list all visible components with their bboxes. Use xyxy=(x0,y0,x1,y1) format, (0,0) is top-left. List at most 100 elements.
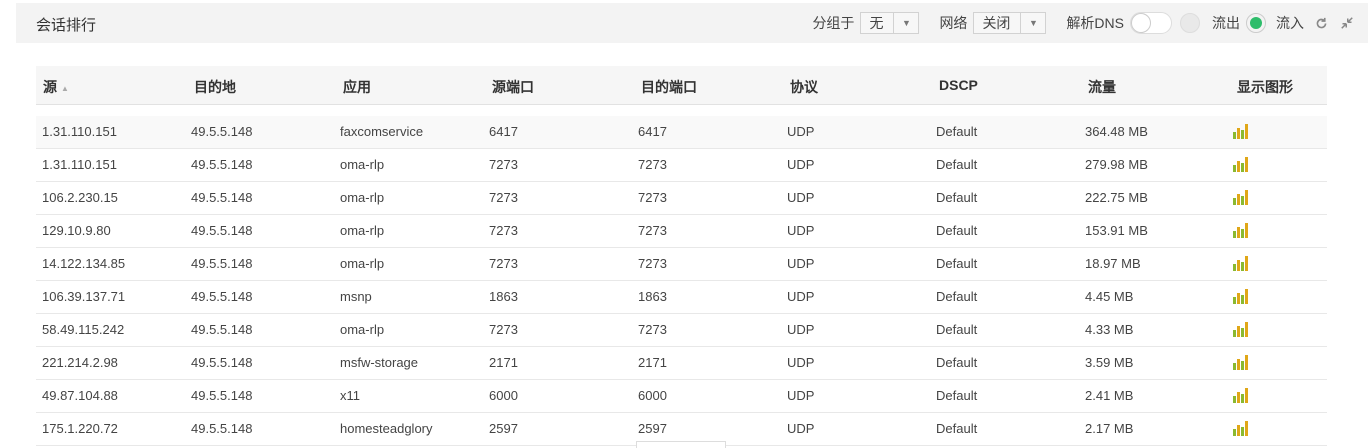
panel-title: 会话排行 xyxy=(36,17,97,34)
cell-protocol: UDP xyxy=(787,388,815,403)
cell-dscp: Default xyxy=(936,256,978,271)
cell-dscp: Default xyxy=(936,289,978,304)
out-radio[interactable] xyxy=(1246,13,1266,33)
cell-destination: 49.5.5.148 xyxy=(191,157,253,172)
cell-source: 221.214.2.98 xyxy=(42,355,118,370)
cell-traffic: 4.45 MB xyxy=(1085,289,1134,304)
out-label: 流出 xyxy=(1212,15,1240,31)
cell-protocol: UDP xyxy=(787,124,815,139)
cell-dscp: Default xyxy=(936,124,978,139)
cell-source-port: 2597 xyxy=(489,421,518,436)
bar-graph-icon[interactable] xyxy=(1233,420,1249,439)
refresh-icon[interactable] xyxy=(1312,14,1330,32)
cell-dscp: Default xyxy=(936,355,978,370)
bar-graph-icon[interactable] xyxy=(1233,123,1249,142)
cell-application: oma-rlp xyxy=(340,190,385,205)
network-dropdown[interactable]: 关闭 ▼ xyxy=(973,12,1047,34)
cell-source: 106.2.230.15 xyxy=(42,190,118,205)
col-destination[interactable]: 目的地 xyxy=(194,77,236,97)
col-source[interactable]: 源 ▲ xyxy=(43,77,69,97)
table-row[interactable]: 1.31.110.151 49.5.5.148 faxcomservice 6417 6… xyxy=(36,116,1327,149)
chevron-down-icon: ▼ xyxy=(893,13,918,33)
col-dscp[interactable]: DSCP xyxy=(939,77,978,93)
cell-destination: 49.5.5.148 xyxy=(191,322,253,337)
col-protocol[interactable]: 协议 xyxy=(790,77,818,97)
cell-source-port: 7273 xyxy=(489,157,518,172)
cell-source: 58.49.115.242 xyxy=(42,322,125,337)
cell-destination: 49.5.5.148 xyxy=(191,289,253,304)
in-label: 流入 xyxy=(1276,15,1304,31)
cell-source: 49.87.104.88 xyxy=(42,388,118,403)
table-header: 源 ▲ 目的地 应用 源端口 目的端口 协议 DSCP 流量 显示图形 xyxy=(36,66,1327,105)
cell-traffic: 4.33 MB xyxy=(1085,322,1134,337)
table-row[interactable]: 106.2.230.15 49.5.5.148 oma-rlp 7273 7273 UDP… xyxy=(36,182,1327,215)
cell-dest-port: 2171 xyxy=(638,355,667,370)
table-body: 1.31.110.151 49.5.5.148 faxcomservice 6417 6… xyxy=(36,116,1327,446)
cell-traffic: 3.59 MB xyxy=(1085,355,1134,370)
cell-source-port: 2171 xyxy=(489,355,518,370)
cell-traffic: 153.91 MB xyxy=(1085,223,1148,238)
bar-graph-icon[interactable] xyxy=(1233,354,1249,373)
panel-header: 会话排行 分组于 无 ▼ 网络 关闭 ▼ 解析DNS 流出 流入 xyxy=(16,3,1368,43)
bar-graph-icon[interactable] xyxy=(1233,255,1249,274)
cell-source-port: 7273 xyxy=(489,322,518,337)
cell-protocol: UDP xyxy=(787,190,815,205)
table-row[interactable]: 106.39.137.71 49.5.5.148 msnp 1863 1863 UDP De… xyxy=(36,281,1327,314)
cell-application: x11 xyxy=(340,388,360,403)
cell-traffic: 18.97 MB xyxy=(1085,256,1141,271)
cell-protocol: UDP xyxy=(787,421,815,436)
cell-source: 1.31.110.151 xyxy=(42,124,117,139)
cell-destination: 49.5.5.148 xyxy=(191,421,253,436)
table-row[interactable]: 58.49.115.242 49.5.5.148 oma-rlp 7273 7273 UD… xyxy=(36,314,1327,347)
cell-source-port: 7273 xyxy=(489,223,518,238)
radio-dot xyxy=(1250,17,1262,29)
col-dest-port[interactable]: 目的端口 xyxy=(641,77,697,97)
table-row[interactable]: 1.31.110.151 49.5.5.148 oma-rlp 7273 7273 UDP… xyxy=(36,149,1327,182)
bar-graph-icon[interactable] xyxy=(1233,387,1249,406)
header-controls: 分组于 无 ▼ 网络 关闭 ▼ 解析DNS 流出 流入 xyxy=(812,3,1368,43)
bar-graph-icon[interactable] xyxy=(1233,156,1249,175)
bar-graph-icon[interactable] xyxy=(1233,321,1249,340)
cell-source: 1.31.110.151 xyxy=(42,157,117,172)
bar-graph-icon[interactable] xyxy=(1233,189,1249,208)
cell-protocol: UDP xyxy=(787,223,815,238)
bar-graph-icon[interactable] xyxy=(1233,288,1249,307)
cell-source-port: 1863 xyxy=(489,289,518,304)
cell-dest-port: 1863 xyxy=(638,289,667,304)
cell-traffic: 222.75 MB xyxy=(1085,190,1148,205)
cell-application: msfw-storage xyxy=(340,355,419,370)
dns-label: 解析DNS xyxy=(1066,15,1124,31)
sort-icon: ▲ xyxy=(61,83,69,93)
cell-dscp: Default xyxy=(936,421,978,436)
toggle-knob xyxy=(1131,13,1151,33)
table-row[interactable]: 14.122.134.85 49.5.5.148 oma-rlp 7273 7273 UD… xyxy=(36,248,1327,281)
group-dropdown[interactable]: 无 ▼ xyxy=(860,12,920,34)
table-row[interactable]: 129.10.9.80 49.5.5.148 oma-rlp 7273 7273 UDP D… xyxy=(36,215,1327,248)
network-dropdown-value: 关闭 xyxy=(982,15,1011,31)
group-dropdown-value: 无 xyxy=(869,15,884,31)
col-source-port[interactable]: 源端口 xyxy=(492,77,534,97)
chevron-down-icon: ▼ xyxy=(1020,13,1045,33)
col-traffic[interactable]: 流量 xyxy=(1088,77,1116,97)
dns-toggle[interactable] xyxy=(1130,12,1172,34)
cell-source: 175.1.220.72 xyxy=(42,421,118,436)
col-source-label: 源 xyxy=(43,79,57,95)
cell-source-port: 7273 xyxy=(489,190,518,205)
cell-application: oma-rlp xyxy=(340,322,385,337)
cell-dscp: Default xyxy=(936,388,978,403)
cell-destination: 49.5.5.148 xyxy=(191,256,253,271)
cell-destination: 49.5.5.148 xyxy=(191,223,253,238)
cell-dest-port: 6417 xyxy=(638,124,667,139)
cell-source: 129.10.9.80 xyxy=(42,223,111,238)
cell-traffic: 364.48 MB xyxy=(1085,124,1148,139)
table-row[interactable]: 49.87.104.88 49.5.5.148 x11 6000 6000 UDP Defa… xyxy=(36,380,1327,413)
collapse-icon[interactable] xyxy=(1338,14,1356,32)
cell-source: 14.122.134.85 xyxy=(42,256,126,271)
radio-spacer xyxy=(1180,13,1200,33)
cell-destination: 49.5.5.148 xyxy=(191,355,253,370)
col-application[interactable]: 应用 xyxy=(343,77,371,97)
cell-protocol: UDP xyxy=(787,256,815,271)
cell-destination: 49.5.5.148 xyxy=(191,124,253,139)
table-row[interactable]: 221.214.2.98 49.5.5.148 msfw-storage 2171 21… xyxy=(36,347,1327,380)
bar-graph-icon[interactable] xyxy=(1233,222,1249,241)
